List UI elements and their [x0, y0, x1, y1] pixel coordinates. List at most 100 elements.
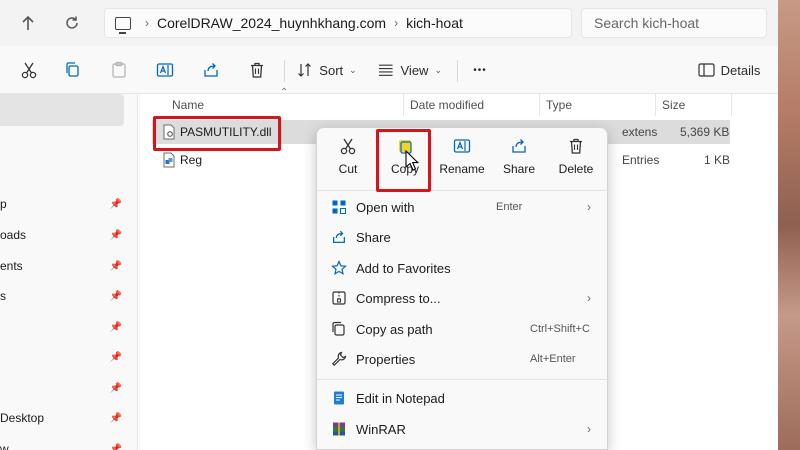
- sidebar-item-label: p: [0, 197, 7, 211]
- ctx-rename-button[interactable]: Rename: [434, 134, 490, 182]
- rename-button[interactable]: [150, 56, 180, 84]
- column-header-date[interactable]: Date modified: [404, 94, 540, 116]
- context-menu: Cut Copy Rename Share Delete Open with E…: [316, 127, 609, 450]
- ctx-item-label: Open with: [356, 199, 415, 215]
- column-header-size[interactable]: Size: [656, 94, 732, 116]
- ctx-action-label: Cut: [338, 162, 358, 176]
- sidebar-item[interactable]: w 📌: [0, 437, 126, 450]
- breadcrumb-segment[interactable]: CorelDRAW_2024_huynhkhang.com: [157, 15, 386, 31]
- refresh-button[interactable]: [58, 10, 86, 36]
- registry-file-icon: [162, 148, 176, 172]
- details-pane-button[interactable]: Details: [696, 56, 762, 84]
- ctx-item-label: Copy as path: [356, 321, 433, 337]
- trash-icon: [570, 138, 582, 154]
- pin-icon: 📌: [109, 443, 122, 450]
- column-header-type[interactable]: Type: [540, 94, 656, 116]
- share-icon: [329, 227, 349, 247]
- more-options-button[interactable]: •••: [466, 56, 494, 84]
- ctx-item-copy-as-path[interactable]: Copy as path Ctrl+Shift+C: [321, 314, 605, 344]
- search-input[interactable]: Search kich-hoat: [581, 8, 767, 38]
- ctx-item-shortcut: Ctrl+Shift+C: [530, 323, 590, 335]
- sidebar-item-label: ents: [0, 259, 23, 273]
- sidebar-selected-item[interactable]: [0, 94, 124, 126]
- chevron-right-icon: ›: [587, 200, 591, 214]
- copy-icon: [66, 62, 79, 77]
- ctx-cut-button[interactable]: Cut: [320, 134, 376, 182]
- ctx-item-shortcut: Enter: [496, 201, 523, 213]
- ctx-item-share[interactable]: Share: [321, 222, 605, 252]
- sidebar-item[interactable]: p 📌: [0, 192, 126, 216]
- sidebar-item[interactable]: 📌: [0, 315, 126, 339]
- open-with-icon: [329, 197, 349, 217]
- sidebar-item-label: s: [0, 289, 6, 303]
- delete-button[interactable]: [242, 56, 272, 84]
- file-name: PASMUTILITY.dll: [180, 125, 272, 139]
- sort-icon: [298, 63, 312, 77]
- ctx-item-label: Share: [356, 229, 391, 245]
- chevron-right-icon: ›: [145, 16, 149, 30]
- pin-icon: 📌: [109, 198, 122, 210]
- address-bar[interactable]: › CorelDRAW_2024_huynhkhang.com › kich-h…: [104, 8, 572, 38]
- sidebar-item-downloads[interactable]: oads 📌: [0, 223, 126, 247]
- pin-icon: 📌: [109, 412, 122, 424]
- rename-icon: [156, 63, 174, 77]
- paste-button[interactable]: [104, 56, 134, 84]
- chevron-right-icon: ›: [587, 422, 591, 436]
- sidebar-item[interactable]: s 📌: [0, 284, 126, 308]
- sidebar-item-desktop[interactable]: Desktop 📌: [0, 406, 126, 430]
- file-type: extens: [622, 125, 658, 139]
- breadcrumb-segment[interactable]: kich-hoat: [406, 15, 463, 31]
- ctx-item-open-with[interactable]: Open with Enter ›: [321, 192, 605, 222]
- command-bar: Sort ⌄ View ⌄ ••• Details: [0, 46, 778, 94]
- pin-icon: 📌: [109, 321, 122, 333]
- ctx-divider: [317, 379, 609, 380]
- up-button[interactable]: [14, 10, 42, 36]
- sidebar-item[interactable]: 📌: [0, 376, 126, 400]
- pin-icon: 📌: [109, 382, 122, 394]
- cut-button[interactable]: [14, 56, 44, 84]
- desktop-wallpaper: [776, 0, 800, 450]
- ctx-item-label: Compress to...: [356, 290, 441, 306]
- ctx-delete-button[interactable]: Delete: [548, 134, 604, 182]
- sidebar-item-label: oads: [0, 228, 27, 242]
- ctx-item-edit-in-notepad[interactable]: Edit in Notepad: [321, 383, 605, 413]
- pin-icon: 📌: [109, 229, 122, 241]
- address-row: › CorelDRAW_2024_huynhkhang.com › kich-h…: [0, 0, 778, 46]
- ctx-item-properties[interactable]: Properties Alt+Enter: [321, 344, 605, 374]
- column-header-name[interactable]: Name ⌃: [166, 87, 404, 116]
- details-label: Details: [720, 62, 761, 78]
- details-pane-icon: [698, 63, 715, 77]
- mouse-cursor-icon: [405, 150, 419, 171]
- copy-button[interactable]: [58, 56, 88, 84]
- sidebar-item-documents[interactable]: ents 📌: [0, 254, 126, 278]
- ctx-item-shortcut: Alt+Enter: [530, 353, 576, 365]
- sort-button[interactable]: Sort ⌄: [296, 56, 358, 84]
- ctx-item-add-to-favorites[interactable]: Add to Favorites: [321, 253, 605, 283]
- dll-file-icon: [162, 120, 176, 144]
- file-name: Reg: [180, 153, 203, 167]
- share-button[interactable]: [196, 56, 226, 84]
- wrench-icon: [329, 349, 349, 369]
- pin-icon: 📌: [109, 351, 122, 363]
- ctx-share-button[interactable]: Share: [491, 134, 547, 182]
- ctx-item-winrar[interactable]: WinRAR ›: [321, 414, 605, 444]
- winrar-icon: [329, 419, 349, 439]
- view-lines-icon: [378, 64, 393, 76]
- column-header-label: Name: [172, 98, 205, 112]
- view-button[interactable]: View ⌄: [378, 56, 442, 84]
- share-icon: [512, 139, 526, 153]
- chevron-down-icon: ⌄: [434, 64, 442, 75]
- ctx-item-label: Add to Favorites: [356, 260, 451, 276]
- notepad-icon: [329, 388, 349, 408]
- ctx-action-label: Rename: [439, 162, 485, 176]
- arrow-up-icon: [22, 15, 34, 30]
- navigation-pane: p 📌 oads 📌 ents 📌 s 📌 📌 📌 📌 Desktop 📌 w 📌: [0, 94, 138, 450]
- ctx-item-label: Edit in Notepad: [356, 390, 445, 406]
- context-menu-quick-actions: Cut Copy Rename Share Delete: [317, 128, 609, 186]
- ctx-item-compress[interactable]: Compress to... ›: [321, 283, 605, 313]
- sidebar-item-label: Desktop: [0, 411, 45, 425]
- star-icon: [329, 258, 349, 278]
- sidebar-item[interactable]: 📌: [0, 345, 126, 369]
- pin-icon: 📌: [109, 290, 122, 302]
- clipboard-icon: [112, 61, 126, 78]
